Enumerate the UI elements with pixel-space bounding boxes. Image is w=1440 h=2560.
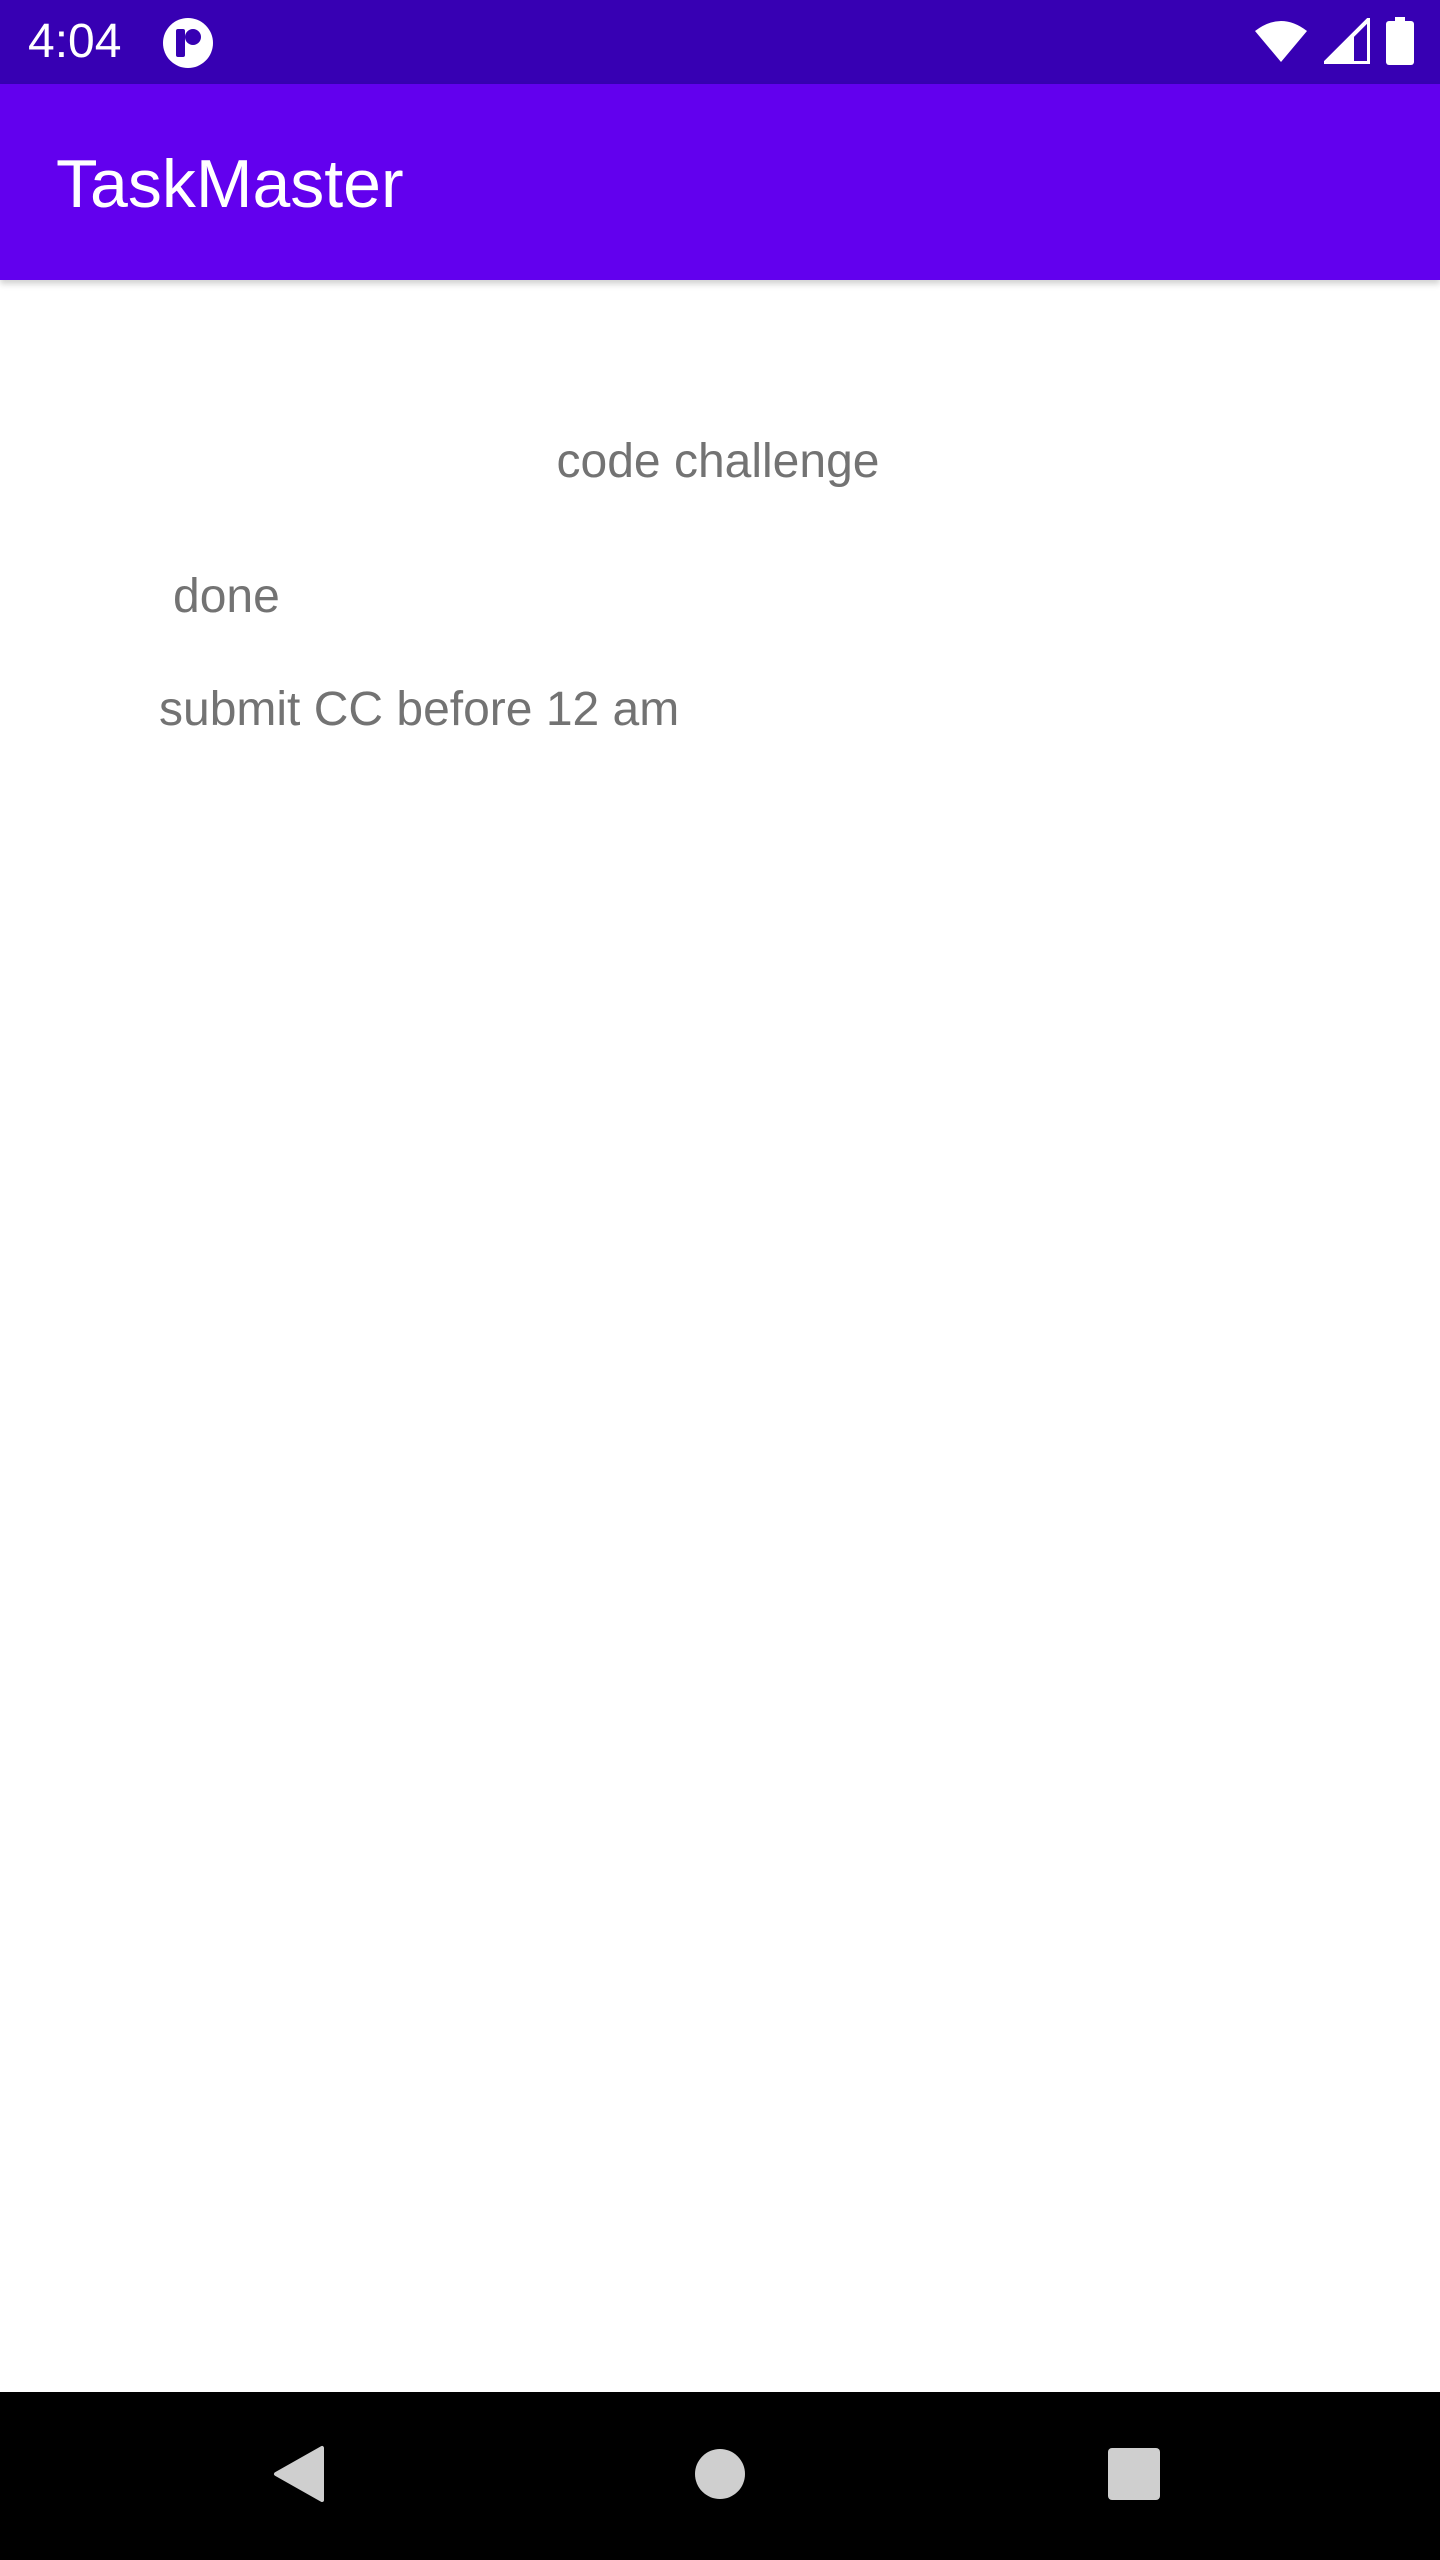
back-button[interactable]: [256, 2432, 344, 2520]
home-icon: [692, 2446, 748, 2507]
recents-icon: [1106, 2446, 1162, 2507]
screen: 4:04 TaskMaster code challenge done subm…: [0, 0, 1440, 2560]
task-title: code challenge: [556, 435, 880, 488]
signal-icon: [1320, 13, 1371, 69]
status-icons: [1254, 13, 1414, 70]
battery-icon: [1386, 16, 1414, 70]
status-time: 4:04: [28, 15, 122, 68]
wifi-icon: [1254, 19, 1308, 68]
task-body: submit CC before 12 am: [159, 683, 680, 736]
back-icon: [270, 2444, 330, 2509]
notification-app-icon: [162, 17, 214, 69]
app-bar: TaskMaster: [0, 84, 1440, 280]
recents-button[interactable]: [1090, 2432, 1178, 2520]
app-title: TaskMaster: [56, 146, 404, 222]
status-bar: 4:04: [0, 0, 1440, 84]
navigation-bar: [0, 2392, 1440, 2560]
task-state: done: [173, 570, 280, 623]
home-button[interactable]: [676, 2432, 764, 2520]
